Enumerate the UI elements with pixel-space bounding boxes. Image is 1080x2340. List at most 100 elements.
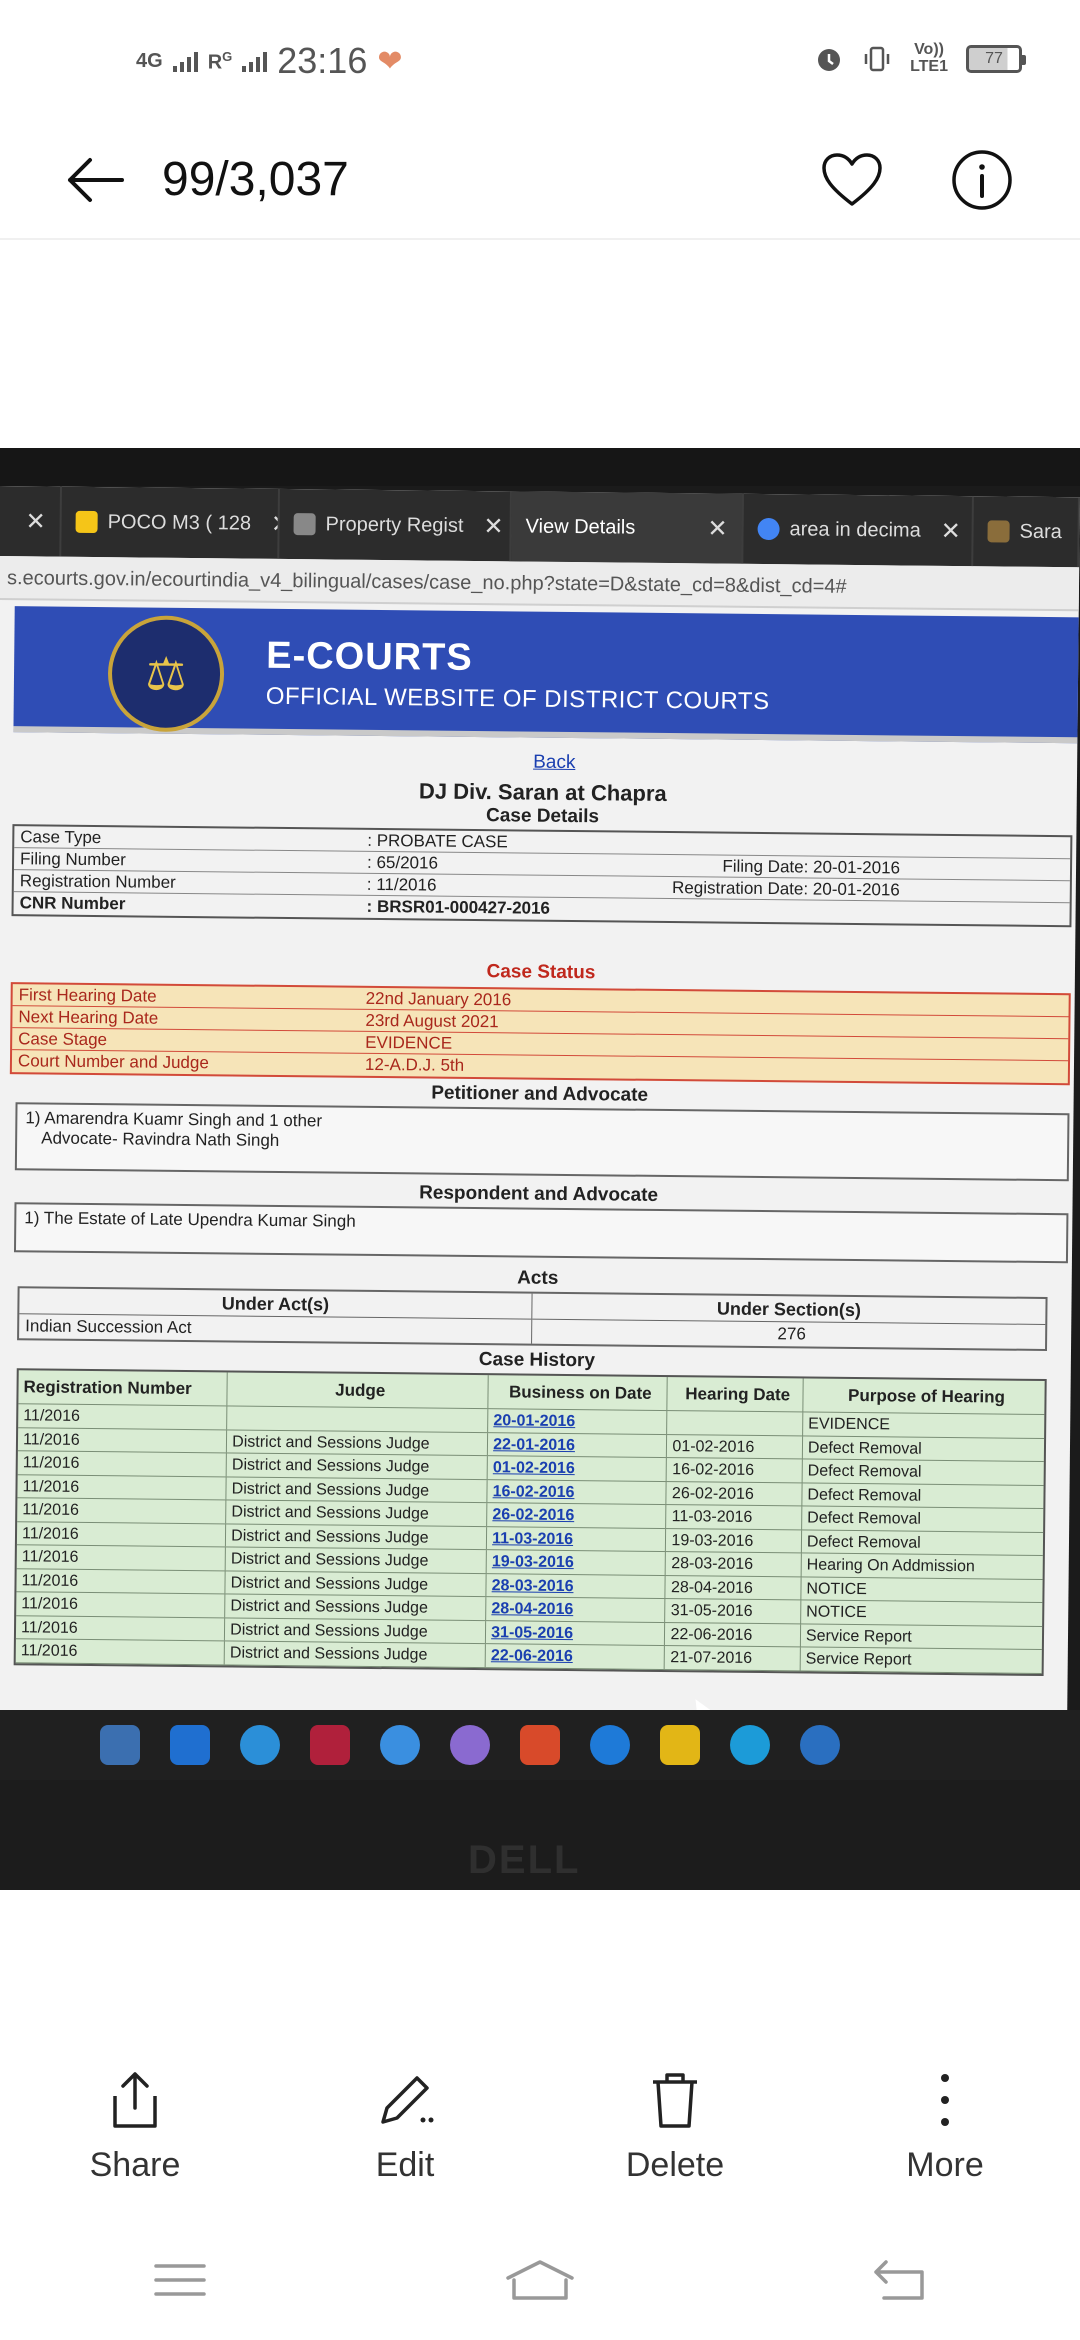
delete-button[interactable]: Delete <box>540 2040 810 2220</box>
acts-value-section: 276 <box>777 1324 806 1344</box>
case-history-table: Registration Number Judge Business on Da… <box>13 1368 1047 1676</box>
browser-tab-active: View Details ✕ <box>511 491 744 564</box>
signal-icon <box>172 50 198 72</box>
app-icon <box>450 1725 490 1765</box>
history-cell-judge: District and Sessions Judge <box>226 1500 488 1526</box>
banner-subtitle: OFFICIAL WEBSITE OF DISTRICT COURTS <box>265 682 770 716</box>
alarm-icon <box>818 48 841 71</box>
viewer-header: 99/3,037 <box>0 120 1080 240</box>
history-cell-purpose: Service Report <box>805 1627 912 1646</box>
business-date-link: 01-02-2016 <box>492 1459 575 1478</box>
favorite-button[interactable] <box>814 142 890 218</box>
status-bar: 4G RG 23:16 ❤ Vo)) LTE1 77 <box>0 0 1080 120</box>
dell-logo: DELL <box>468 1838 581 1882</box>
browser-tab: area in decima ✕ <box>743 493 974 567</box>
history-cell-reg: 11/2016 <box>16 1521 227 1547</box>
arrow-left-icon <box>68 158 124 202</box>
home-button[interactable] <box>360 2220 720 2340</box>
history-cell-hearing: 19-03-2016 <box>666 1528 803 1553</box>
history-cell-hearing: 11-03-2016 <box>666 1505 803 1529</box>
browser-tab-bar: ✕ POCO M3 ( 128 ✕ Property Regist ✕ View D… <box>0 486 1080 568</box>
skype-icon <box>730 1725 770 1765</box>
clock: 23:16 <box>277 40 368 81</box>
browser-tab: POCO M3 ( 128 ✕ <box>61 486 280 559</box>
browser-tab: Sara <box>973 496 1080 568</box>
history-cell-judge: District and Sessions Judge <box>225 1547 488 1573</box>
history-cell-purpose: EVIDENCE <box>808 1415 891 1434</box>
app-icon <box>310 1725 350 1765</box>
business-date-link: 28-04-2016 <box>491 1600 574 1619</box>
info-icon <box>952 150 1012 210</box>
edit-icon <box>381 2076 434 2124</box>
history-cell-purpose: NOTICE <box>806 1580 868 1598</box>
photo[interactable]: ✕ POCO M3 ( 128 ✕ Property Regist ✕ View D… <box>0 448 1080 1890</box>
edit-label: Edit <box>375 2146 435 2184</box>
roaming-label: RG <box>207 48 233 74</box>
share-button[interactable]: Share <box>0 2040 270 2220</box>
browser-tab: Property Regist ✕ <box>279 488 512 562</box>
history-cell-judge: District and Sessions Judge <box>226 1476 488 1503</box>
close-icon: ✕ <box>270 510 280 538</box>
history-cell-judge: District and Sessions Judge <box>224 1641 487 1667</box>
history-cell-reg: 11/2016 <box>16 1568 226 1594</box>
monitor-screen: ✕ POCO M3 ( 128 ✕ Property Regist ✕ View D… <box>0 486 1080 1723</box>
history-cell-judge: District and Sessions Judge <box>225 1617 487 1644</box>
back-button[interactable] <box>60 144 132 216</box>
app-icon <box>520 1725 560 1765</box>
petitioner-box: 1) Amarendra Kuamr Singh and 1 other Adv… <box>14 1102 1070 1182</box>
respondent-name: 1) The Estate of Late Upendra Kumar Sing… <box>24 1208 356 1231</box>
history-cell-hearing: 21-07-2016 <box>665 1646 801 1670</box>
recents-button[interactable] <box>0 2220 360 2340</box>
history-cell-purpose: Hearing On Addmission <box>806 1556 975 1576</box>
history-cell-hearing: 16-02-2016 <box>667 1458 803 1482</box>
history-cell-hearing: 31-05-2016 <box>665 1599 802 1623</box>
back-link: Back <box>533 751 576 774</box>
history-cell-reg: 11/2016 <box>17 1474 227 1500</box>
business-date-link: 22-06-2016 <box>490 1647 573 1666</box>
close-icon: ✕ <box>707 514 728 543</box>
more-label: More <box>906 2146 984 2184</box>
close-icon: ✕ <box>940 517 962 545</box>
respondent-box: 1) The Estate of Late Upendra Kumar Sing… <box>13 1202 1069 1264</box>
history-cell-reg: 11/2016 <box>15 1615 226 1641</box>
history-cell-reg: 11/2016 <box>16 1545 227 1570</box>
network-type: 4G <box>136 50 163 72</box>
business-date-link: 22-01-2016 <box>493 1435 576 1454</box>
case-history-body: 11/2016 20-01-2016 EVIDENCE 11/2016 District… <box>15 1404 1045 1674</box>
history-cell-purpose: Defect Removal <box>806 1533 921 1552</box>
delete-label: Delete <box>625 2146 725 2184</box>
back-nav-button[interactable] <box>720 2220 1080 2340</box>
business-date-link: 19-03-2016 <box>491 1553 574 1572</box>
windows-taskbar <box>0 1710 1080 1780</box>
info-button[interactable] <box>944 142 1020 218</box>
more-button[interactable]: More <box>810 2040 1080 2220</box>
photo-actions-bar: Share Edit Delete More <box>0 2040 1080 2220</box>
vibrate-icon <box>864 46 890 72</box>
history-cell-judge: District and Sessions Judge <box>226 1523 488 1550</box>
monitor-top-bezel <box>0 448 1080 486</box>
clock-app-icon <box>240 1725 280 1765</box>
menu-icon <box>154 2264 206 2296</box>
browser-tab-partial: ✕ <box>0 486 62 557</box>
history-cell-purpose: Defect Removal <box>807 1486 922 1505</box>
back-nav-icon <box>874 2260 924 2300</box>
edit-button[interactable]: Edit <box>270 2040 540 2220</box>
business-date-link: 26-02-2016 <box>492 1506 575 1525</box>
history-cell-purpose: Defect Removal <box>807 1439 922 1458</box>
history-cell-reg: 11/2016 <box>16 1592 226 1617</box>
business-date-link: 11-03-2016 <box>492 1529 574 1548</box>
share-label: Share <box>89 2146 181 2184</box>
history-cell-purpose: Defect Removal <box>807 1462 922 1481</box>
history-cell-hearing: 01-02-2016 <box>667 1434 804 1459</box>
trash-icon <box>653 2073 697 2128</box>
business-date-link: 28-03-2016 <box>491 1576 574 1595</box>
acts-value-act: Indian Succession Act <box>25 1316 192 1338</box>
history-cell-purpose: NOTICE <box>806 1603 867 1622</box>
browser-icon <box>380 1725 420 1765</box>
favicon-icon <box>75 510 98 534</box>
ecourts-banner: ⚖ E-COURTS OFFICIAL WEBSITE OF DISTRICT … <box>13 606 1080 744</box>
business-date-link: 16-02-2016 <box>492 1482 575 1501</box>
history-cell-reg: 11/2016 <box>17 1498 227 1523</box>
history-cell-hearing: 28-04-2016 <box>665 1575 802 1600</box>
history-cell-reg: 11/2016 <box>17 1451 228 1476</box>
